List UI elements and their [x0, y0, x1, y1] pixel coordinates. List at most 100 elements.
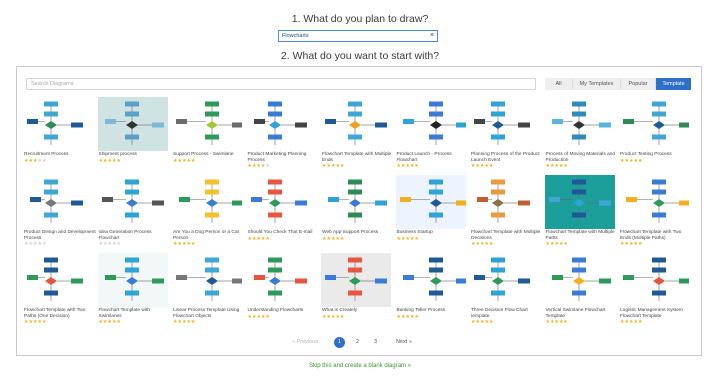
- template-card[interactable]: Web App Support Process ★★★★★: [321, 175, 391, 243]
- tab-all[interactable]: All: [545, 78, 573, 90]
- flowchart-preview-icon: [30, 179, 83, 223]
- template-card[interactable]: Flowchart Template with Two Paths (One D…: [23, 253, 93, 325]
- page-2-button[interactable]: 2: [352, 337, 363, 348]
- template-card[interactable]: Shipment process ★★★★★: [97, 97, 168, 165]
- template-thumbnail[interactable]: [172, 97, 242, 151]
- template-thumbnail[interactable]: [23, 253, 93, 307]
- template-thumbnail[interactable]: [544, 175, 615, 229]
- flowchart-preview-icon: [626, 179, 689, 223]
- pagination: « Previous 1 2 3 Next »: [292, 336, 412, 348]
- template-name: Product Launch - Process Flowchart: [396, 152, 452, 163]
- template-name: Web App Support Process: [322, 230, 379, 235]
- template-thumbnail[interactable]: [97, 253, 168, 307]
- next-page-button[interactable]: Next »: [396, 339, 412, 345]
- template-name: Support Process - Swimlane: [173, 152, 234, 157]
- template-card[interactable]: Flowchart Template with Multiple Ends ★★★…: [321, 97, 391, 169]
- flowchart-preview-icon: [395, 175, 466, 229]
- template-card[interactable]: Planning Process of the Product Launch E…: [470, 97, 540, 169]
- flowchart-preview-icon: [250, 179, 307, 223]
- clear-icon[interactable]: ×: [430, 31, 434, 41]
- template-thumbnail[interactable]: [23, 175, 93, 229]
- flowchart-preview-icon: [176, 101, 242, 145]
- flowchart-preview-icon: [321, 253, 391, 307]
- rating-stars-icon: ★★★★★: [620, 319, 643, 325]
- flowchart-preview-icon: [402, 257, 466, 301]
- template-thumbnail[interactable]: [97, 175, 168, 229]
- flowchart-preview-icon: [253, 101, 307, 145]
- rating-stars-icon: ★★★★★: [396, 235, 419, 242]
- template-thumbnail[interactable]: [321, 253, 391, 307]
- flowchart-preview-icon: [623, 257, 689, 301]
- flowchart-preview-icon: [97, 253, 168, 307]
- flowchart-preview-icon: [328, 179, 387, 223]
- rating-stars-icon: ★★★★★: [545, 163, 568, 169]
- template-thumbnail[interactable]: [470, 253, 540, 307]
- template-name: Process of Moving Materials and Producti…: [545, 152, 616, 163]
- flowchart-preview-icon: [97, 97, 168, 151]
- search-input[interactable]: Search Diagrams: [26, 78, 536, 90]
- tab-popular[interactable]: Popular: [621, 78, 656, 90]
- template-card[interactable]: Product Design and Development Process ★★…: [23, 175, 96, 247]
- template-thumbnail[interactable]: [470, 175, 540, 229]
- template-card[interactable]: Flowchart Template with Two Ends (Multip…: [619, 175, 689, 247]
- template-card[interactable]: Product Testing Process ★★★★★: [619, 97, 689, 165]
- template-thumbnail[interactable]: [23, 97, 93, 151]
- template-card[interactable]: Process of Moving Materials and Producti…: [544, 97, 616, 169]
- template-thumbnail[interactable]: [470, 97, 540, 151]
- template-card[interactable]: Are You a Dog Person or a Cat Person ★★★★…: [172, 175, 242, 247]
- template-name: Business Startup: [396, 230, 433, 235]
- template-thumbnail[interactable]: [321, 175, 391, 229]
- flowchart-preview-icon: [474, 101, 530, 145]
- diagram-type-input[interactable]: Flowcharts ×: [278, 30, 438, 42]
- flowchart-preview-icon: [477, 179, 530, 223]
- tab-my-templates[interactable]: My Templates: [573, 78, 621, 90]
- template-name: Logistic Management System Flowchart Tem…: [620, 308, 683, 319]
- page-3-button[interactable]: 3: [370, 337, 381, 348]
- template-thumbnail[interactable]: [619, 253, 689, 307]
- template-card[interactable]: Support Process - Swimlane ★★★★★: [172, 97, 242, 165]
- template-card[interactable]: Idea Generation Process Flowchart ★★★★★: [97, 175, 168, 247]
- template-card[interactable]: Logistic Management System Flowchart Tem…: [619, 253, 689, 325]
- template-card[interactable]: Should You Check That E-mail ★★★★★: [246, 175, 317, 243]
- template-card[interactable]: What is Creately ★★★★★: [321, 253, 391, 321]
- template-thumbnail[interactable]: [172, 175, 242, 229]
- template-thumbnail[interactable]: [395, 97, 466, 151]
- template-card[interactable]: Flowchart Template with Swimlanes ★★★★★: [97, 253, 168, 325]
- template-thumbnail[interactable]: [395, 253, 466, 307]
- template-thumbnail[interactable]: [544, 97, 615, 151]
- template-thumbnail[interactable]: [544, 253, 615, 307]
- page-1-button[interactable]: 1: [334, 336, 345, 348]
- rating-stars-icon: ★★★★★: [545, 241, 568, 247]
- template-card[interactable]: Product Marketing Planning Process ★★★★★: [246, 97, 317, 169]
- template-card[interactable]: Banking Teller Process ★★★★★: [395, 253, 466, 321]
- previous-page-button[interactable]: « Previous: [292, 339, 318, 345]
- template-card[interactable]: Vertical Swimlane Flowchart Template ★★★★…: [544, 253, 615, 325]
- template-card[interactable]: Understanding Flowcharts ★★★★★: [246, 253, 317, 321]
- tab-template[interactable]: Template: [656, 78, 691, 90]
- template-name: Linear Process Template Using Flowchart …: [173, 308, 240, 319]
- template-card[interactable]: Linear Process Template Using Flowchart …: [172, 253, 242, 325]
- template-thumbnail[interactable]: [321, 97, 391, 151]
- template-thumbnail[interactable]: [246, 175, 317, 229]
- diagram-type-value: Flowcharts: [282, 33, 309, 39]
- skip-blank-diagram-link[interactable]: Skip this and create a blank diagram »: [0, 363, 720, 369]
- template-card[interactable]: Product Launch - Process Flowchart ★★★★★: [395, 97, 466, 169]
- template-thumbnail[interactable]: [246, 253, 317, 307]
- template-card[interactable]: Recruitment Process ★★★★★: [23, 97, 93, 165]
- template-thumbnail[interactable]: [619, 175, 689, 229]
- template-card[interactable]: Flowchart Template with Multiple Decisio…: [470, 175, 540, 247]
- template-thumbnail[interactable]: [395, 175, 466, 229]
- step1-title: 1. What do you plan to draw?: [291, 13, 429, 25]
- template-thumbnail[interactable]: [619, 97, 689, 151]
- flowchart-preview-icon: [551, 101, 611, 145]
- rating-stars-icon: ★★★★★: [98, 157, 121, 164]
- template-card[interactable]: Business Startup ★★★★★: [395, 175, 466, 243]
- template-thumbnail[interactable]: [97, 97, 168, 151]
- template-thumbnail[interactable]: [246, 97, 317, 151]
- template-thumbnail[interactable]: [172, 253, 242, 307]
- template-card[interactable]: Three Decision Flow Chart template ★★★★★: [470, 253, 540, 325]
- template-card[interactable]: Flowchart Template with Multiple Paths ★★…: [544, 175, 615, 247]
- flowchart-preview-icon: [176, 257, 242, 301]
- template-name: Should You Check That E-mail: [247, 230, 313, 235]
- rating-stars-icon: ★★★★★: [24, 157, 47, 164]
